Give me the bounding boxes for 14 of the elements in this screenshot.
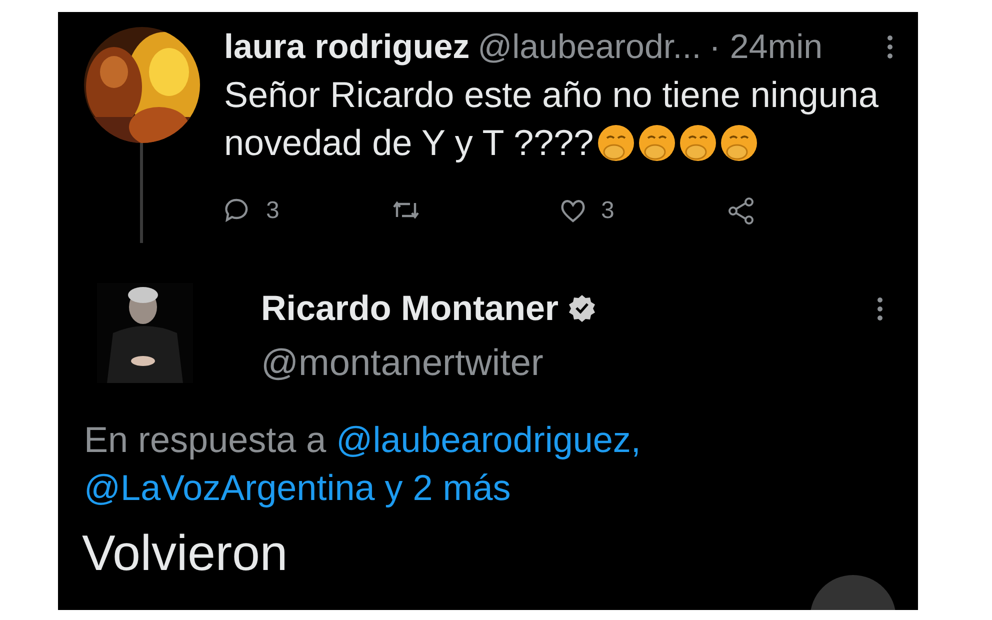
- author-name[interactable]: Ricardo Montaner: [261, 289, 559, 329]
- action-count: 3: [266, 196, 280, 226]
- reply-context: En respuesta a @laubearodriguez, @LaVozArgentina y 2 más: [83, 418, 642, 510]
- user-handle[interactable]: @laubearodr...: [478, 27, 702, 67]
- author-name[interactable]: laura rodriguez: [224, 27, 470, 67]
- tweet-text: novedad de Y y T ????: [224, 121, 594, 165]
- tweet-text: Señor Ricardo este año no tiene ninguna: [224, 73, 878, 117]
- timestamp: · 24min: [709, 27, 823, 67]
- tweet-text: Volvieron: [82, 524, 288, 583]
- mention-link[interactable]: @LaVozArgentina: [84, 467, 375, 508]
- more-mentions-link[interactable]: y 2 más: [374, 467, 511, 508]
- mention-link[interactable]: @laubearodriguez,: [336, 419, 641, 460]
- user-handle[interactable]: @montanertwiter: [261, 343, 884, 383]
- action-count: 3: [601, 196, 614, 226]
